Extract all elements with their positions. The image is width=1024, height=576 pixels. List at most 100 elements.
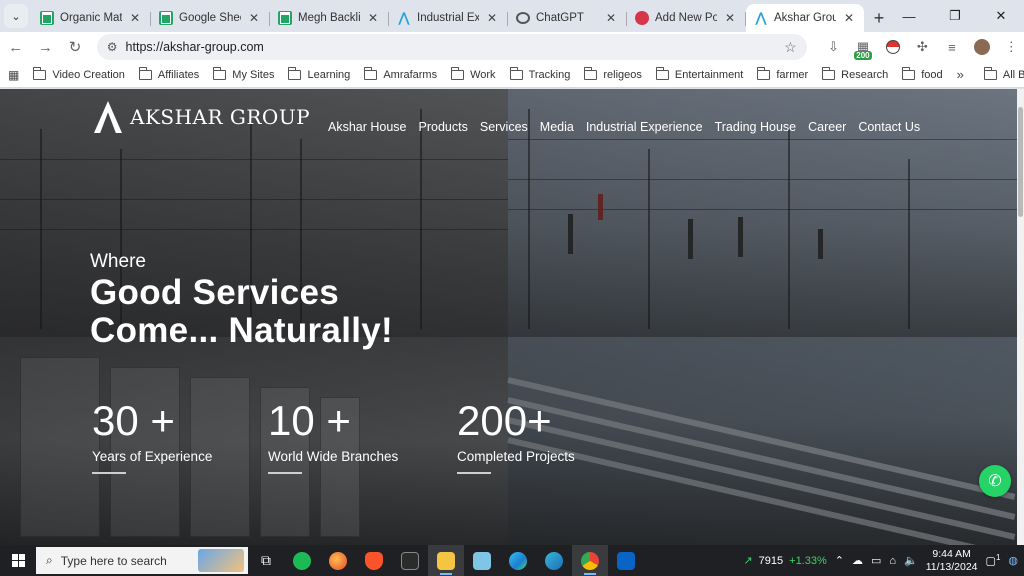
profile-avatar[interactable] [969, 34, 995, 60]
site-logo[interactable]: AKSHAR GROUP [92, 101, 310, 133]
stock-change: +1.33% [789, 554, 827, 567]
tab-search-icon[interactable]: ⌄ [4, 4, 28, 28]
nav-industrial-experience[interactable]: Industrial Experience [586, 120, 703, 134]
bookmark-folder[interactable]: Learning [288, 66, 350, 81]
folder-icon [213, 66, 227, 80]
bookmark-folder[interactable]: My Sites [213, 66, 274, 81]
window-controls: — ❐ ✕ [886, 0, 1024, 32]
close-icon[interactable]: ✕ [247, 11, 261, 25]
nav-services[interactable]: Services [480, 120, 528, 134]
edge-icon[interactable] [500, 545, 536, 576]
bookmarks-bar: ▦ Video Creation Affiliates My Sites Lea… [0, 62, 1024, 88]
bookmark-star-icon[interactable]: ☆ [784, 39, 797, 56]
brave-icon[interactable] [356, 545, 392, 576]
bookmark-folder[interactable]: food [902, 66, 943, 81]
bookmark-folder[interactable]: Research [822, 66, 888, 81]
close-icon[interactable]: ✕ [128, 11, 142, 25]
nav-career[interactable]: Career [808, 120, 846, 134]
notepad-icon[interactable] [464, 545, 500, 576]
download-icon[interactable]: ⇩ [821, 34, 847, 60]
scrollbar-thumb[interactable] [1018, 107, 1023, 217]
nav-contact-us[interactable]: Contact Us [858, 120, 920, 134]
back-icon[interactable]: ← [2, 34, 30, 60]
close-icon[interactable]: ✕ [485, 11, 499, 25]
tab-add-new-post[interactable]: Add New Post ‹ ✕ [627, 4, 746, 32]
tab-akshar-group[interactable]: ⋀ Akshar Group ✕ [746, 4, 864, 32]
notification-icon[interactable]: ▢1 [986, 553, 1001, 568]
apps-grid-icon[interactable]: ▦ [8, 68, 19, 82]
copilot-icon[interactable]: ◍ [1008, 554, 1018, 567]
tab-megh-backlinks[interactable]: Megh Backlinks ✕ [270, 4, 389, 32]
display-icon[interactable]: ▭ [871, 554, 881, 567]
search-placeholder: Type here to search [60, 553, 167, 568]
extension-icon[interactable]: ▦ 200 [850, 34, 876, 60]
chevron-up-icon[interactable]: ⌃ [835, 554, 844, 567]
all-bookmarks-button[interactable]: All Bookmarks [983, 66, 1024, 81]
stat-label: Years of Experience [92, 449, 213, 464]
extensions-puzzle-icon[interactable]: ✣ [910, 34, 936, 60]
close-icon[interactable]: ✕ [842, 11, 856, 25]
bookmark-folder[interactable]: religeos [584, 66, 642, 81]
stat-value: 30 + [92, 397, 175, 444]
hero-headline-line1: Good Services [90, 273, 340, 312]
tab-google-sheets[interactable]: Google Sheets ✕ [151, 4, 270, 32]
minimize-icon[interactable]: — [886, 0, 932, 32]
folder-icon [655, 66, 669, 80]
clock[interactable]: 9:44 AM 11/13/2024 [926, 548, 978, 574]
volume-icon[interactable]: 🔈 [904, 554, 918, 567]
google-sheets-icon [159, 11, 173, 25]
folder-icon [584, 66, 598, 80]
chrome-icon[interactable] [572, 545, 608, 576]
bookmark-label: Video Creation [52, 68, 125, 81]
address-bar[interactable]: ⚙ https://akshar-group.com ☆ [96, 34, 807, 60]
close-icon[interactable]: ✕ [366, 11, 380, 25]
tab-organic-mattress[interactable]: Organic Mattres ✕ [32, 4, 151, 32]
outlook-icon[interactable] [608, 545, 644, 576]
stat-label: Completed Projects [457, 449, 575, 464]
bookmark-folder[interactable]: Video Creation [33, 66, 125, 81]
bookmark-folder[interactable]: Work [451, 66, 496, 81]
stat-branches: 10 + World Wide Branches [268, 397, 398, 474]
url-text[interactable]: https://akshar-group.com [126, 40, 777, 54]
file-explorer-icon[interactable] [428, 545, 464, 576]
taskbar-search[interactable]: ⌕ Type here to search [36, 547, 248, 574]
terminal-icon[interactable] [392, 545, 428, 576]
bookmark-folder[interactable]: Amrafarms [364, 66, 437, 81]
restore-icon[interactable]: ❐ [932, 0, 978, 32]
forward-icon[interactable]: → [32, 34, 60, 60]
bookmark-folder[interactable]: farmer [757, 66, 808, 81]
menu-kebab-icon[interactable]: ⋮ [998, 34, 1024, 60]
nav-trading-house[interactable]: Trading House [715, 120, 797, 134]
reload-icon[interactable]: ↻ [61, 34, 89, 60]
stat-years: 30 + Years of Experience [92, 397, 212, 474]
more-bookmarks-icon[interactable]: » [957, 67, 964, 82]
whatsapp-icon[interactable]: ✆ [979, 465, 1011, 497]
windows-start-icon[interactable] [0, 554, 36, 567]
stock-widget[interactable]: ↗ 7915 +1.33% [743, 554, 827, 568]
nav-products[interactable]: Products [419, 120, 468, 134]
akshar-icon: ⋀ [755, 10, 767, 25]
firefox-icon[interactable] [320, 545, 356, 576]
stat-underline [92, 472, 126, 474]
tab-chatgpt[interactable]: ChatGPT ✕ [508, 4, 627, 32]
bookmark-folder[interactable]: Affiliates [138, 66, 199, 81]
network-icon[interactable]: ⌂ [889, 555, 896, 567]
spotify-icon[interactable] [284, 545, 320, 576]
close-icon[interactable]: ✕ [723, 11, 737, 25]
close-window-icon[interactable]: ✕ [978, 0, 1024, 32]
media-control-icon[interactable]: ≡ [939, 34, 965, 60]
pokeball-extension-icon[interactable] [880, 34, 906, 60]
page-scrollbar[interactable] [1017, 89, 1024, 545]
site-info-icon[interactable]: ⚙ [107, 40, 118, 54]
task-view-icon[interactable]: ⧉ [248, 545, 284, 576]
stat-projects: 200+ Completed Projects [457, 397, 575, 474]
nav-akshar-house[interactable]: Akshar House [328, 120, 407, 134]
edge-beta-icon[interactable] [536, 545, 572, 576]
bookmark-folder[interactable]: Tracking [509, 66, 570, 81]
bookmark-folder[interactable]: Entertainment [655, 66, 743, 81]
tab-industrial-experience[interactable]: ⋀ Industrial Experi ✕ [389, 4, 508, 32]
close-icon[interactable]: ✕ [604, 11, 618, 25]
onedrive-icon[interactable]: ☁ [852, 554, 863, 567]
windows-taskbar: ⌕ Type here to search ⧉ ↗ 7915 +1.33% ⌃ … [0, 545, 1024, 576]
nav-media[interactable]: Media [540, 120, 574, 134]
